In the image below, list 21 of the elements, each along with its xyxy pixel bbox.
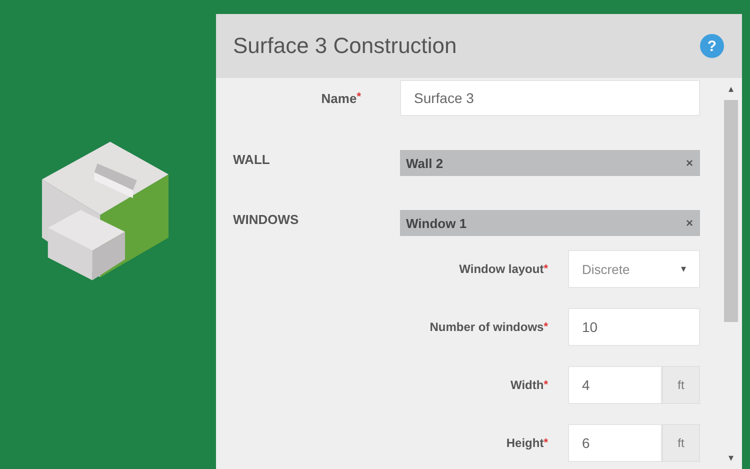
number-field[interactable]: 4 (568, 366, 662, 404)
field-label: Height* (505, 435, 548, 452)
scroll-down-arrow[interactable]: ▾ (728, 447, 734, 469)
selected-tag[interactable]: Window 1 × (400, 210, 700, 236)
field-label: Window layout* (458, 261, 548, 278)
section-label: WINDOWS (233, 211, 300, 229)
field-label: Number of windows* (428, 319, 548, 336)
number-field[interactable]: 6 (568, 424, 662, 462)
selected-tag[interactable]: Wall 2 × (400, 150, 700, 176)
layout-select[interactable]: Discrete ▾ (568, 250, 700, 288)
unit-label: ft (662, 366, 700, 404)
number-field[interactable]: 10 (568, 308, 700, 346)
name-field[interactable]: Surface 3 (400, 80, 700, 116)
help-icon[interactable]: ? (700, 34, 724, 58)
section-label: WALL (233, 151, 271, 169)
scroll-up-arrow[interactable]: ▴ (728, 78, 734, 100)
scrollbar[interactable]: ▴ ▾ (720, 78, 742, 469)
panel-title: Surface 3 Construction (233, 33, 457, 59)
field-label: Name* (320, 90, 361, 106)
unit-label: ft (662, 424, 700, 462)
field-label: Width* (510, 377, 548, 394)
